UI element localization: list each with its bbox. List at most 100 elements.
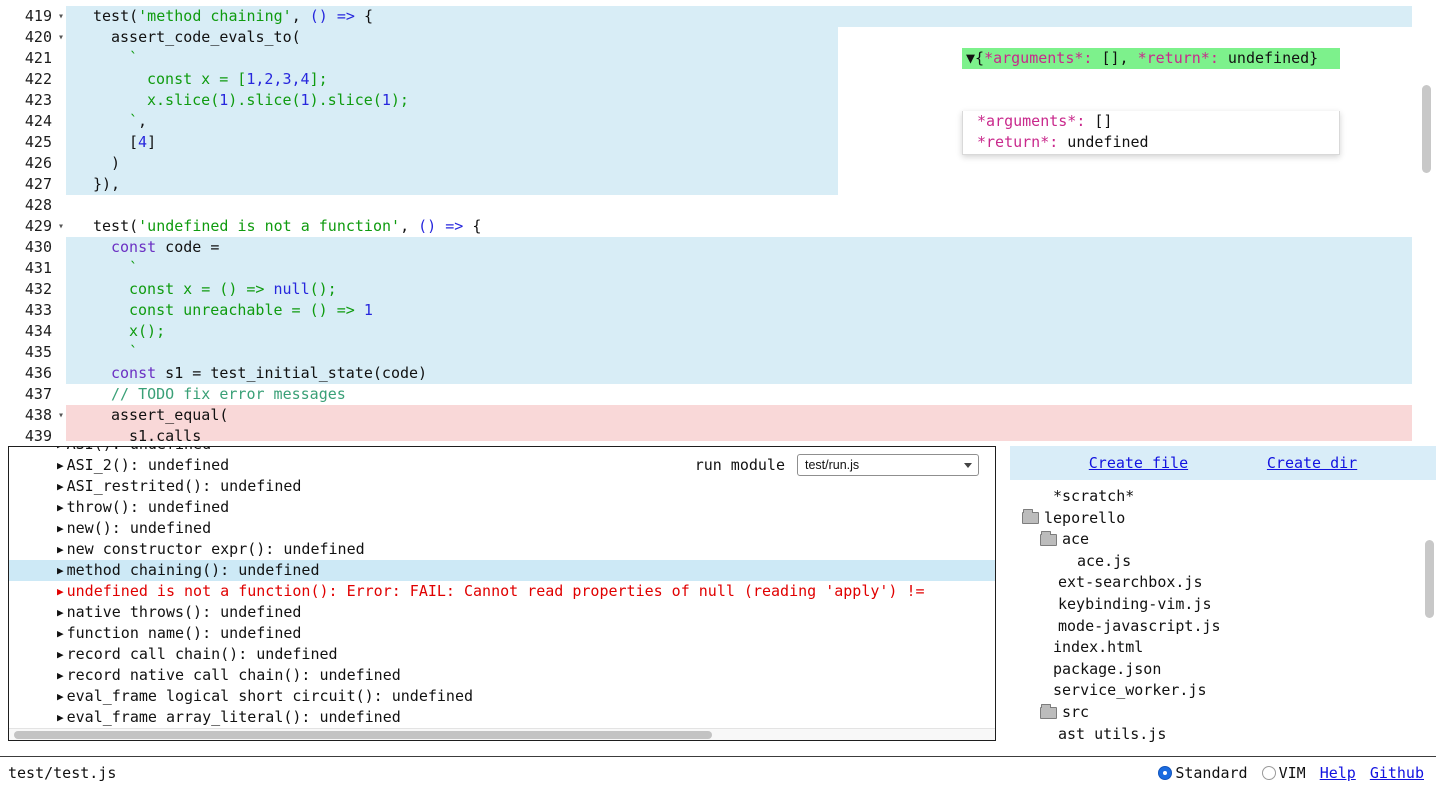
file-tree-item[interactable]: service_worker.js: [1010, 680, 1424, 702]
code-token: undefined}: [1219, 49, 1318, 67]
collapse-arrow-icon[interactable]: ▶: [57, 623, 64, 644]
collapse-arrow-icon[interactable]: ▶: [57, 518, 64, 539]
code-line[interactable]: 438▾assert_equal(: [0, 405, 1436, 426]
file-tree-item[interactable]: ext-searchbox.js: [1010, 572, 1424, 594]
test-result-row[interactable]: ▶record call chain(): undefined: [9, 644, 995, 665]
tooltip-value-row[interactable]: *return*: undefined: [977, 132, 1335, 153]
code-text: ): [75, 153, 120, 174]
line-number-text: 430: [25, 238, 52, 256]
test-result-row[interactable]: ▶native throws(): undefined: [9, 602, 995, 623]
code-line[interactable]: 435 `: [0, 342, 1436, 363]
code-token: 'method chaining': [138, 7, 292, 25]
code-line[interactable]: 439 s1.calls: [0, 426, 1436, 441]
collapse-arrow-icon[interactable]: ▶: [57, 497, 64, 518]
code-line[interactable]: 432const x = () => null();: [0, 279, 1436, 300]
error-line-highlight: [66, 426, 1412, 441]
file-name: ace: [1062, 529, 1089, 551]
tooltip-value-row[interactable]: *arguments*: []: [977, 111, 1335, 132]
code-token: *arguments*:: [977, 112, 1085, 130]
code-text: x.slice(1).slice(1).slice(1);: [75, 90, 409, 111]
editor-scrollbar-thumb[interactable]: [1422, 85, 1431, 173]
results-scrollbar-thumb[interactable]: [14, 731, 712, 739]
file-tree-item[interactable]: *scratch*: [1010, 486, 1424, 508]
code-token: const x = () =>: [129, 280, 274, 298]
file-tree-item[interactable]: leporello: [1010, 508, 1424, 530]
collapse-arrow-icon[interactable]: ▶: [57, 539, 64, 560]
test-result-row[interactable]: ▶function name(): undefined: [9, 623, 995, 644]
collapse-arrow-icon[interactable]: ▶: [57, 644, 64, 665]
code-token: `: [129, 343, 138, 361]
file-tree-item[interactable]: ace.js: [1010, 551, 1424, 573]
collapse-arrow-icon[interactable]: ▶: [57, 446, 64, 455]
file-tree-item[interactable]: ast_utils.js: [1010, 724, 1424, 742]
code-line[interactable]: 433const unreachable = () => 1: [0, 300, 1436, 321]
radio-icon[interactable]: [1262, 766, 1276, 780]
test-results-list: ▶ASI(): undefined▶ASI_2(): undefined▶ASI…: [9, 448, 995, 728]
test-result-row[interactable]: ▶method chaining(): undefined: [9, 560, 995, 581]
test-result-row[interactable]: ▶new(): undefined: [9, 518, 995, 539]
file-tree-item[interactable]: keybinding-vim.js: [1010, 594, 1424, 616]
collapse-arrow-icon[interactable]: ▶: [57, 686, 64, 707]
collapse-arrow-icon[interactable]: ▶: [57, 560, 64, 581]
test-result-row[interactable]: ▶throw(): undefined: [9, 497, 995, 518]
code-token: {: [364, 7, 373, 25]
code-token: assert_equal(: [111, 406, 228, 424]
test-result-row[interactable]: ▶new constructor expr(): undefined: [9, 539, 995, 560]
fold-marker-icon[interactable]: ▾: [58, 7, 64, 26]
active-call-highlight: [66, 153, 838, 174]
collapse-arrow-icon[interactable]: ▶: [57, 476, 64, 497]
line-number-text: 439: [25, 427, 52, 441]
fold-marker-icon[interactable]: ▾: [58, 28, 64, 47]
value-tooltip-header[interactable]: ▼{*arguments*: [], *return*: undefined}: [962, 48, 1340, 69]
code-token: // TODO fix error messages: [111, 385, 346, 403]
file-tree-item[interactable]: src: [1010, 702, 1424, 724]
code-token: ];: [310, 70, 328, 88]
test-result-row[interactable]: ▶eval_frame logical short circuit(): und…: [9, 686, 995, 707]
file-tree-item[interactable]: ace: [1010, 529, 1424, 551]
radio-icon[interactable]: [1158, 766, 1172, 780]
fold-marker-icon[interactable]: ▾: [58, 217, 64, 236]
code-text: s1.calls: [75, 426, 201, 441]
line-number-text: 422: [25, 70, 52, 88]
mode-option-standard[interactable]: Standard: [1158, 764, 1247, 782]
code-token: `: [129, 49, 138, 67]
code-text: assert_equal(: [75, 405, 228, 426]
file-tree-item[interactable]: index.html: [1010, 637, 1424, 659]
create-dir-link[interactable]: Create dir: [1267, 454, 1357, 472]
code-token: () =>: [418, 217, 472, 235]
code-line[interactable]: 430const code =: [0, 237, 1436, 258]
line-number-text: 420: [25, 28, 52, 46]
line-number-text: 435: [25, 343, 52, 361]
collapse-arrow-icon[interactable]: ▶: [57, 665, 64, 686]
current-file-path: test/test.js: [8, 764, 116, 782]
status-link-help[interactable]: Help: [1320, 764, 1356, 782]
file-tree-item[interactable]: mode-javascript.js: [1010, 616, 1424, 638]
code-line[interactable]: 437// TODO fix error messages: [0, 384, 1436, 405]
file-name: service_worker.js: [1053, 680, 1207, 702]
mode-option-vim[interactable]: VIM: [1262, 764, 1306, 782]
collapse-arrow-icon[interactable]: ▶: [57, 602, 64, 623]
test-result-row[interactable]: ▶ASI_restrited(): undefined: [9, 476, 995, 497]
folder-icon: [1040, 707, 1057, 719]
file-tree-item[interactable]: package.json: [1010, 659, 1424, 681]
test-result-row[interactable]: ▶eval_frame array_literal(): undefined: [9, 707, 995, 728]
code-line[interactable]: 436const s1 = test_initial_state(code): [0, 363, 1436, 384]
test-result-row[interactable]: ▶record native call chain(): undefined: [9, 665, 995, 686]
create-file-link[interactable]: Create file: [1089, 454, 1188, 472]
collapse-arrow-icon[interactable]: ▶: [57, 581, 64, 602]
code-editor[interactable]: 419▾test('method chaining', () => {420▾a…: [0, 0, 1436, 441]
line-number: 425: [0, 132, 66, 153]
collapse-arrow-icon[interactable]: ▶: [57, 707, 64, 728]
collapse-arrow-icon[interactable]: ▶: [57, 455, 64, 476]
test-result-row[interactable]: ▶undefined is not a function(): Error: F…: [9, 581, 995, 602]
code-line[interactable]: 434x();: [0, 321, 1436, 342]
run-module-select[interactable]: test/run.js: [797, 454, 979, 476]
file-name: index.html: [1053, 637, 1143, 659]
fold-marker-icon[interactable]: ▾: [58, 406, 64, 425]
code-line[interactable]: 431`: [0, 258, 1436, 279]
files-scrollbar-thumb[interactable]: [1425, 540, 1434, 618]
code-line[interactable]: 428: [0, 195, 1436, 216]
code-line[interactable]: 429▾test('undefined is not a function', …: [0, 216, 1436, 237]
status-link-github[interactable]: Github: [1370, 764, 1424, 782]
results-horizontal-scrollbar[interactable]: [9, 728, 995, 740]
